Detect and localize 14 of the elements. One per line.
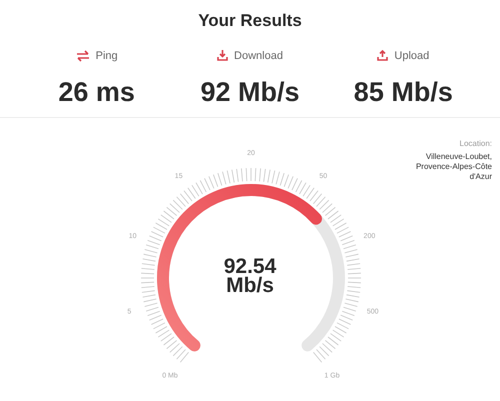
metric-value: 92 Mb/s [200, 76, 300, 109]
metric-value: 85 Mb/s [354, 76, 453, 109]
metric-label: Upload [394, 48, 430, 64]
location-value: Villeneuve-Loubet, Provence-Alpes-Côte d'Azur [414, 152, 492, 182]
metric-label: Ping [96, 48, 118, 64]
upload-icon [377, 50, 388, 62]
results-title: Your Results [198, 10, 302, 32]
metric-value: 26 ms [58, 76, 135, 109]
download-icon [217, 50, 228, 62]
location-label: Location: [460, 138, 492, 150]
speed-reading: 92.54 [224, 257, 276, 276]
metric-label: Download [234, 48, 283, 64]
speed-unit: Mb/s [226, 276, 274, 295]
swap-arrows-icon [76, 50, 90, 62]
